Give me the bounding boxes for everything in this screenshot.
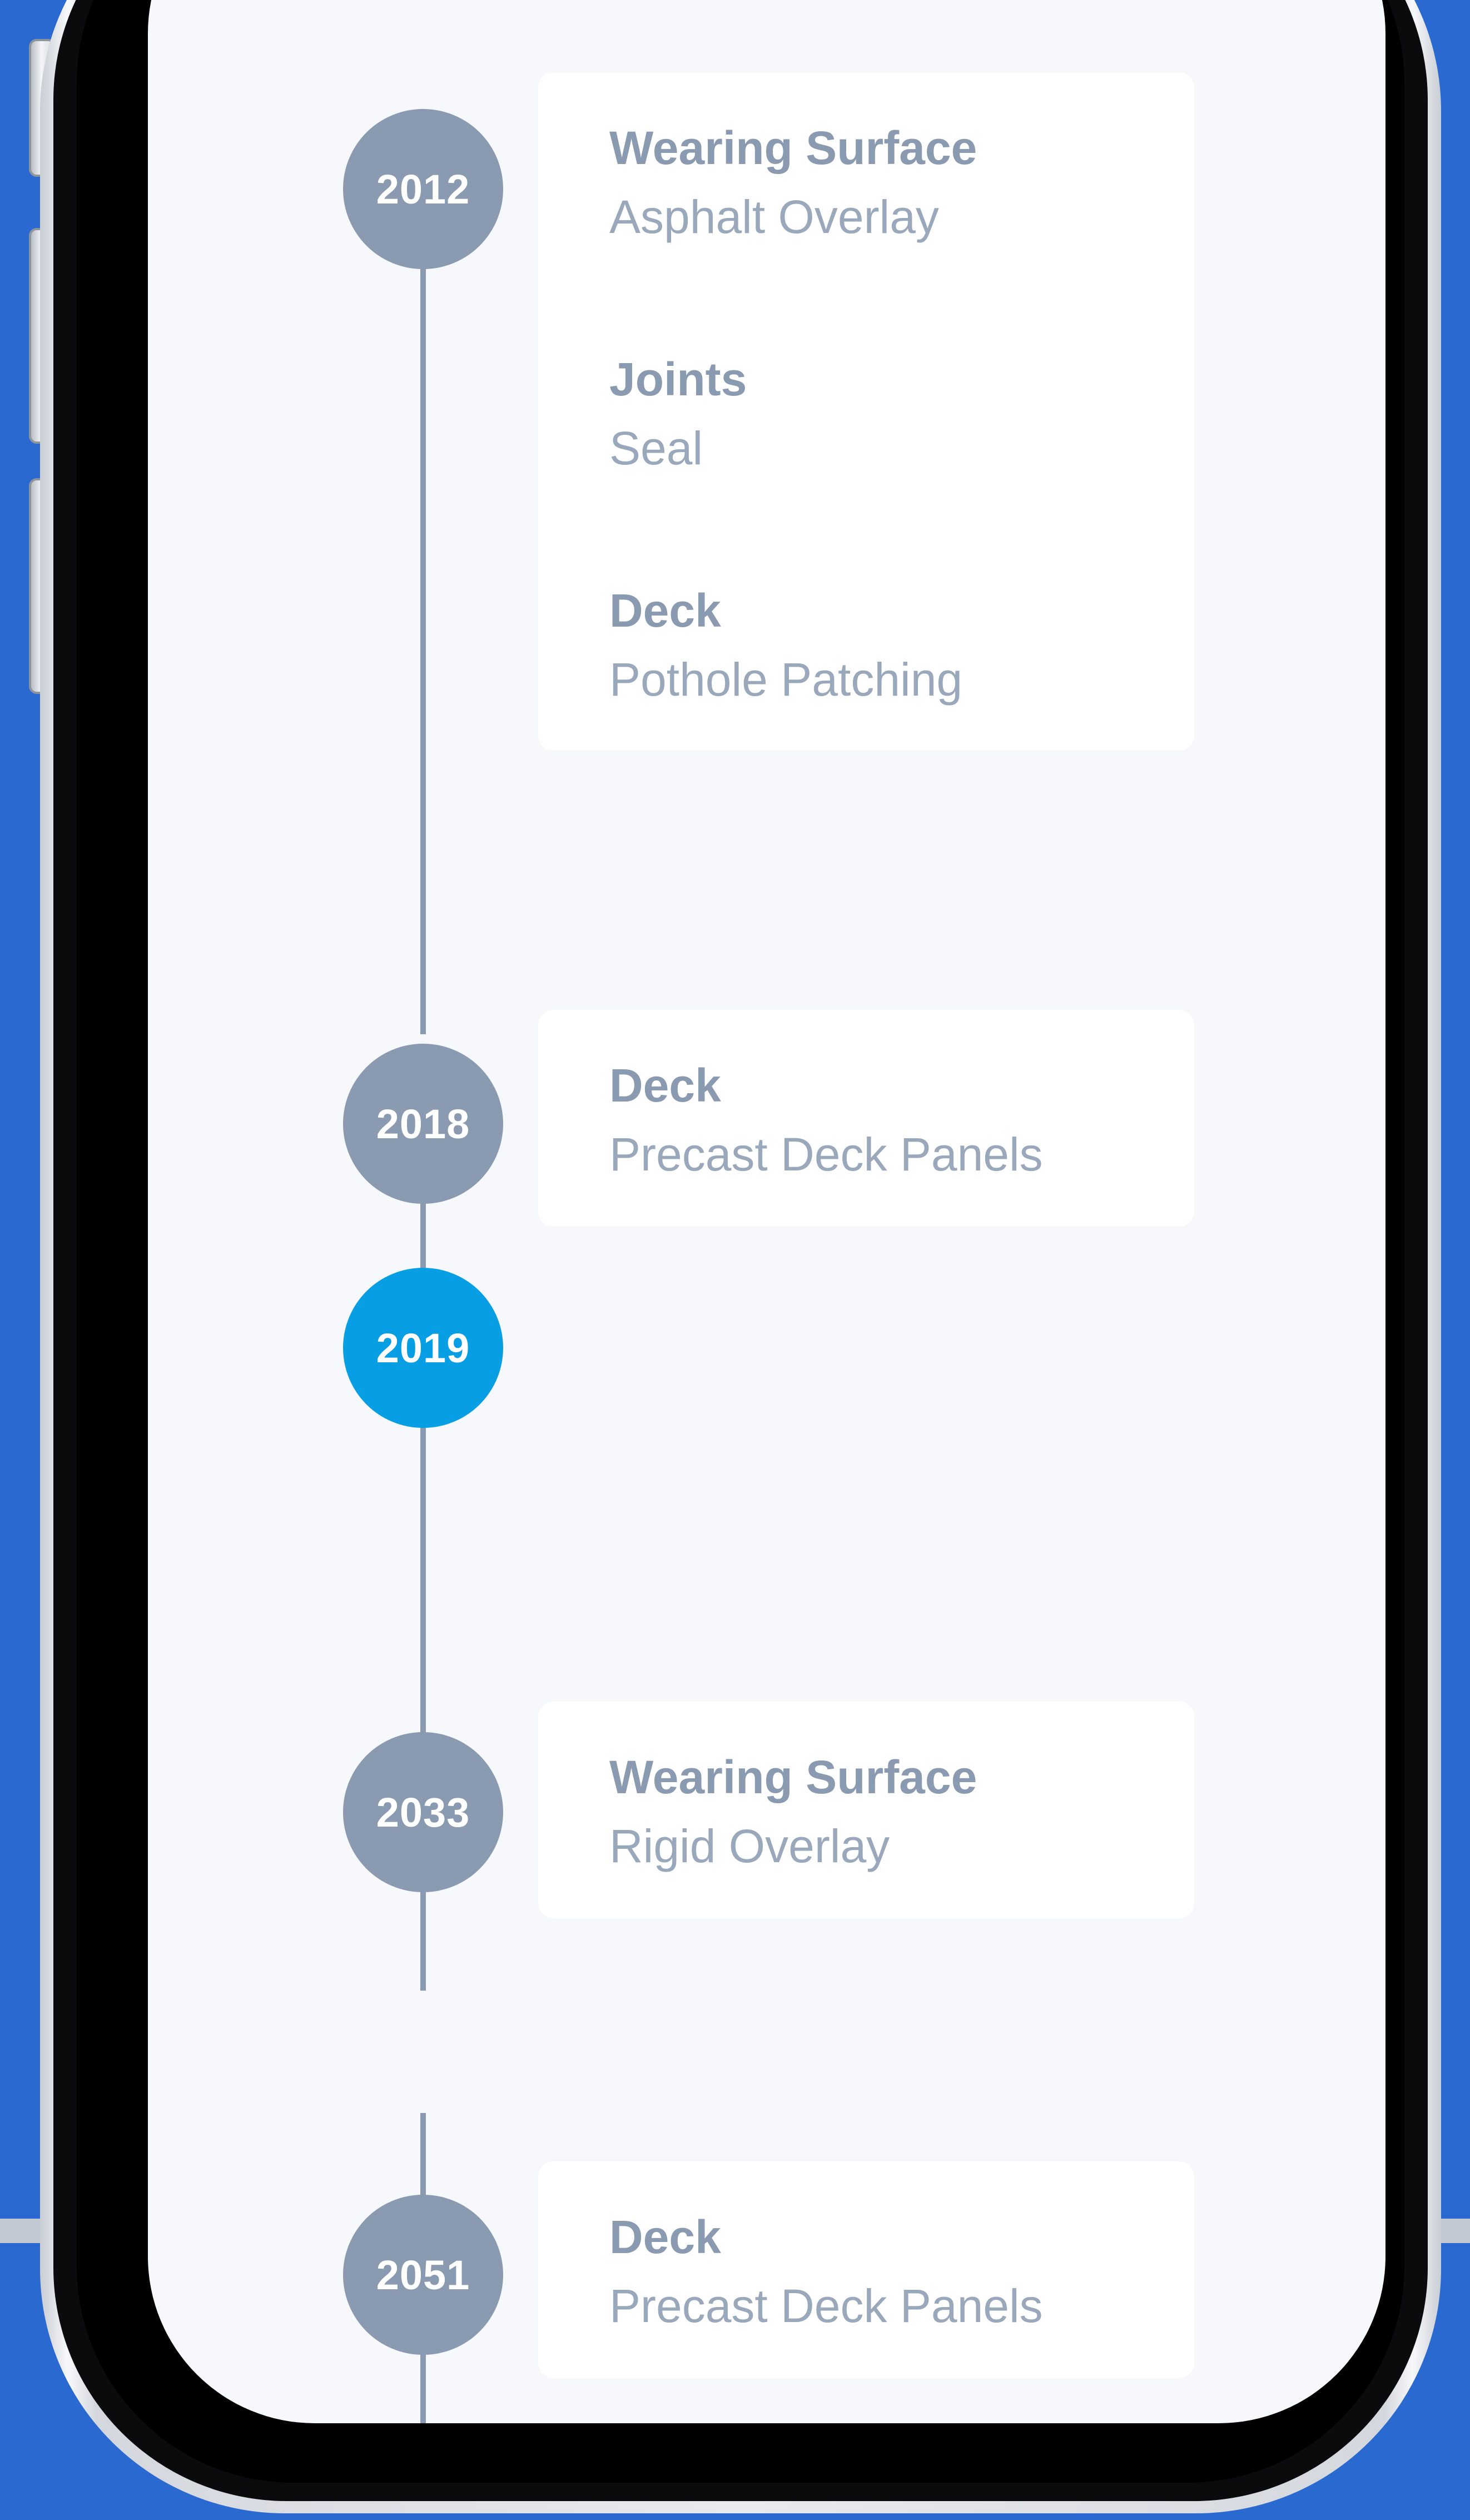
year-marker[interactable]: 2033 <box>343 1732 503 1892</box>
event-item-category: Deck <box>609 2211 721 2263</box>
timeline-line <box>420 1418 426 1991</box>
event-item-action: Precast Deck Panels <box>609 1128 1043 1180</box>
event-card[interactable]: Deck Precast Deck Panels <box>538 1010 1194 1227</box>
app-screen: 2012 Wearing Surface Asphalt Overlay Joi… <box>148 0 1385 2423</box>
event-card[interactable]: Deck Precast Deck Panels <box>538 2161 1194 2378</box>
event-item[interactable]: Deck Precast Deck Panels <box>609 2161 1194 2393</box>
event-item-category: Deck <box>609 584 721 637</box>
event-item-action: Seal <box>609 422 703 474</box>
year-marker[interactable]: 2012 <box>343 109 503 269</box>
event-item[interactable]: Joints Seal <box>609 304 1194 535</box>
current-year-marker[interactable]: 2019 <box>343 1268 503 1428</box>
event-item-category: Deck <box>609 1059 721 1112</box>
event-item-action: Rigid Overlay <box>609 1820 890 1872</box>
event-item[interactable]: Wearing Surface Asphalt Overlay <box>609 72 1194 304</box>
event-card[interactable]: Wearing Surface Asphalt Overlay Joints S… <box>538 72 1194 751</box>
event-item[interactable]: Wearing Surface Rigid Overlay <box>609 1702 1194 1933</box>
event-item[interactable]: Deck Precast Deck Panels <box>609 1010 1194 1241</box>
event-item-category: Wearing Surface <box>609 122 977 174</box>
event-item-action: Asphalt Overlay <box>609 191 939 243</box>
event-item-category: Wearing Surface <box>609 1751 977 1803</box>
year-marker[interactable]: 2018 <box>343 1044 503 1204</box>
event-item-action: Pothole Patching <box>609 653 963 706</box>
event-card[interactable]: Wearing Surface Rigid Overlay <box>538 1702 1194 1918</box>
year-marker[interactable]: 2051 <box>343 2195 503 2355</box>
event-item-action: Precast Deck Panels <box>609 2280 1043 2332</box>
timeline-line <box>420 200 426 1034</box>
event-item-category: Joints <box>609 353 747 405</box>
event-item[interactable]: Deck Pothole Patching <box>609 535 1194 766</box>
